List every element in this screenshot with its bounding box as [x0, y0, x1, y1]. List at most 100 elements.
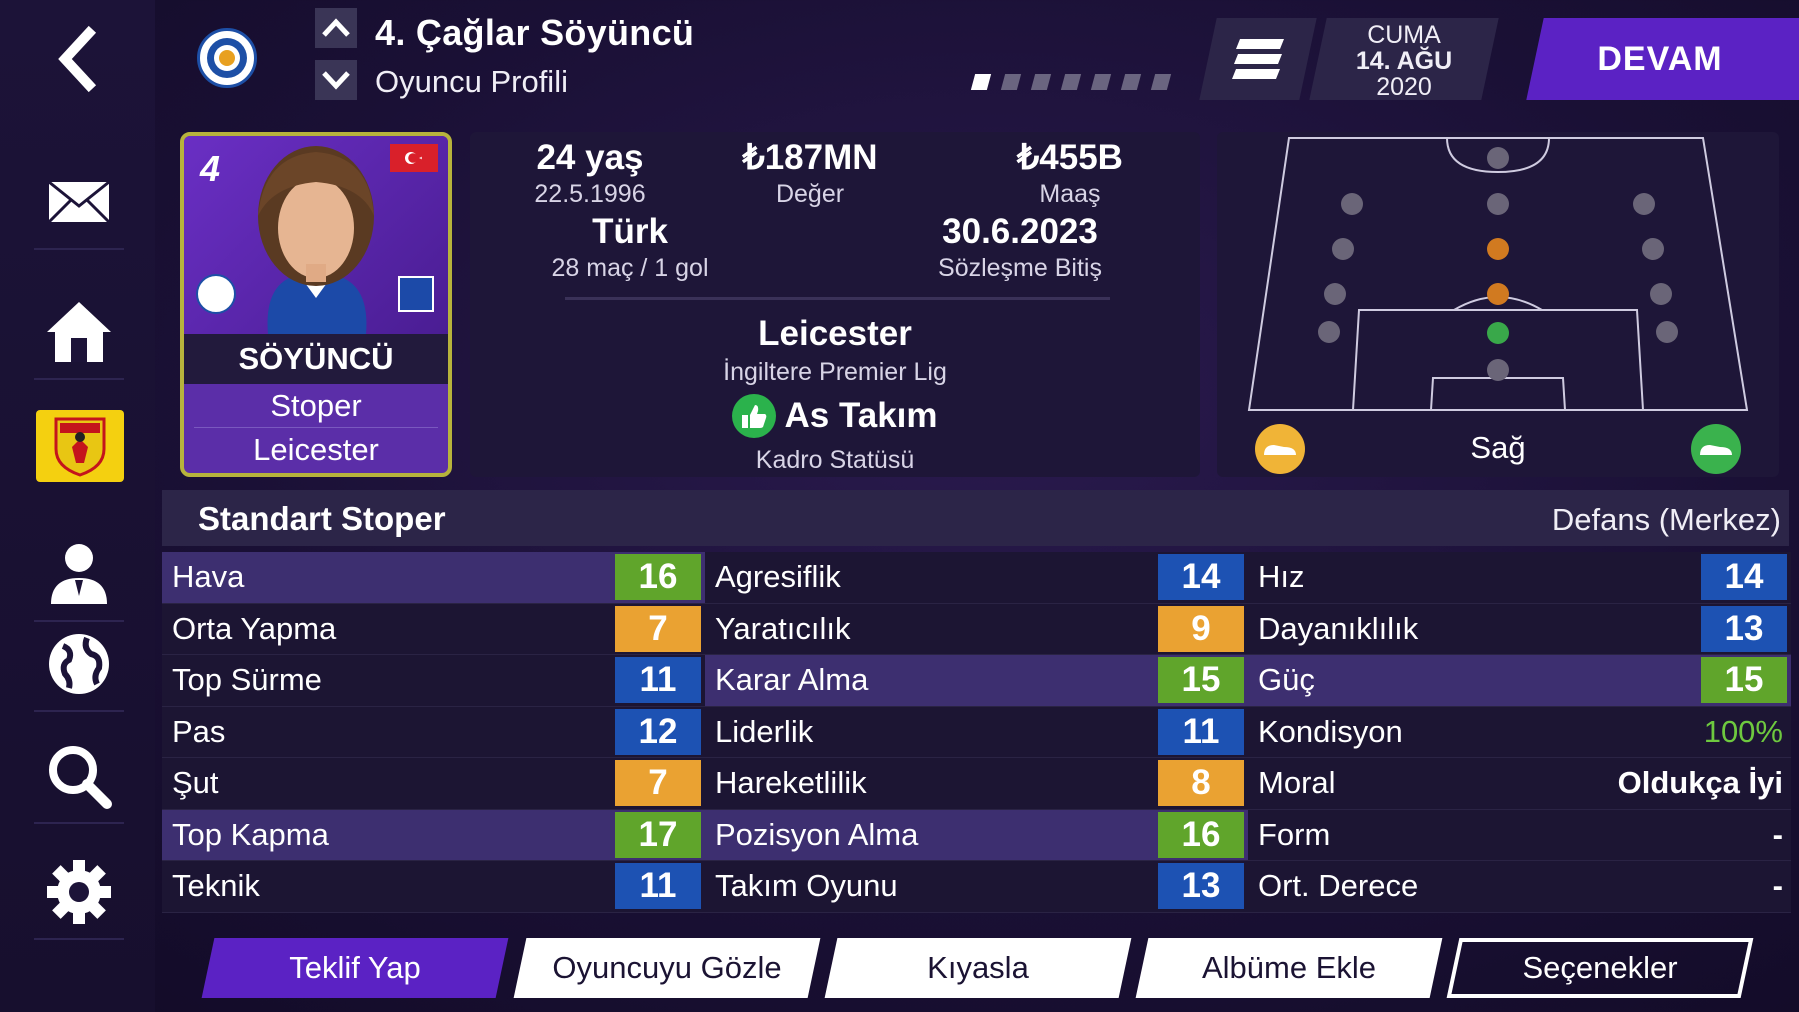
page-dot[interactable] [1120, 74, 1142, 90]
mail-icon [47, 180, 111, 224]
nationality-stat: Türk 28 maç / 1 gol [530, 212, 730, 283]
back-button[interactable] [34, 12, 124, 106]
scout-player-button[interactable]: Oyuncuyu Gözle [513, 938, 821, 998]
attribute-label: Hava [172, 559, 245, 595]
club-name[interactable]: Leicester [470, 314, 1200, 354]
options-button[interactable]: Seçenekler [1446, 938, 1754, 998]
attribute-text-value: Oldukça İyi [1617, 765, 1783, 801]
attribute-label: Dayanıklılık [1258, 610, 1419, 646]
attribute-row[interactable]: Top Sürme 11 [162, 655, 705, 707]
position-role[interactable]: Defans (Merkez) [1552, 502, 1781, 538]
attribute-label: Yaratıcılık [715, 610, 851, 646]
position-markers [1318, 147, 1678, 381]
attribute-label: Moral [1258, 765, 1336, 801]
attribute-label: Top Kapma [172, 816, 329, 852]
player-photo: 4 [184, 136, 448, 334]
settings-button[interactable] [34, 846, 124, 940]
page-dot[interactable] [1150, 74, 1172, 90]
info-panel: 24 yaş 22.5.1996 ₺187MN Değer ₺455B Maaş… [470, 132, 1200, 477]
wage-stat: ₺455B Maaş [970, 138, 1170, 209]
action-bar: Teklif Yap Oyuncuyu Gözle Kıyasla Albüme… [200, 938, 1760, 998]
pitch-panel: Sağ [1217, 132, 1779, 477]
attribute-row[interactable]: Pozisyon Alma 16 [705, 809, 1248, 861]
contract-label: Sözleşme Bitiş [938, 254, 1102, 282]
page-indicator[interactable] [970, 74, 1172, 90]
age-stat: 24 yaş 22.5.1996 [490, 138, 690, 209]
back-icon [58, 25, 97, 93]
search-button[interactable] [34, 730, 124, 824]
compare-button[interactable]: Kıyasla [824, 938, 1132, 998]
previous-player-button[interactable] [315, 8, 357, 48]
attribute-row[interactable]: Takım Oyunu 13 [705, 861, 1248, 913]
attribute-value: 7 [615, 760, 701, 807]
pitch-diagram [1247, 137, 1749, 411]
add-to-album-button[interactable]: Albüme Ekle [1135, 938, 1443, 998]
attribute-row[interactable]: Şut 7 [162, 758, 705, 810]
attribute-value: 9 [1158, 605, 1244, 652]
attribute-label: Ort. Derece [1258, 868, 1419, 904]
home-button[interactable] [34, 286, 124, 380]
attribute-row[interactable]: Liderlik 11 [705, 706, 1248, 758]
age-value: 24 yaş [536, 138, 644, 177]
attribute-label: Karar Alma [715, 662, 869, 698]
world-button[interactable] [34, 618, 124, 712]
attribute-row[interactable]: Dayanıklılık 13 [1248, 603, 1791, 655]
people-button[interactable] [34, 528, 124, 622]
value-stat: ₺187MN Değer [720, 138, 900, 209]
page-dot[interactable] [970, 74, 992, 90]
attribute-row[interactable]: Yaratıcılık 9 [705, 603, 1248, 655]
role-title[interactable]: Standart Stoper [198, 500, 446, 538]
attribute-value: 11 [615, 863, 701, 910]
attribute-label: Pas [172, 713, 226, 749]
right-foot-icon [1691, 424, 1741, 474]
thumbs-up-icon [732, 394, 777, 438]
attributes-column-mental: Agresiflik 14 Yaratıcılık 9 Karar Alma 15 Lide… [705, 552, 1248, 913]
attribute-row[interactable]: Pas 12 [162, 706, 705, 758]
attribute-row[interactable]: Hız 14 [1248, 552, 1791, 604]
person-icon [51, 544, 107, 604]
attribute-value: 14 [1701, 554, 1787, 601]
attribute-row[interactable]: Top Kapma 17 [162, 809, 705, 861]
attribute-row[interactable]: Güç 15 [1248, 655, 1791, 707]
attribute-row[interactable]: Ort. Derece - [1248, 861, 1791, 913]
attribute-row[interactable]: Form - [1248, 809, 1791, 861]
attribute-row[interactable]: Agresiflik 14 [705, 552, 1248, 604]
attribute-value: 11 [615, 657, 701, 704]
page-dot[interactable] [1060, 74, 1082, 90]
league-name[interactable]: İngiltere Premier Lig [470, 358, 1200, 387]
menu-button[interactable] [1199, 18, 1317, 100]
attribute-value: 7 [615, 605, 701, 652]
attribute-value: 12 [615, 708, 701, 755]
attribute-label: Top Sürme [172, 662, 322, 698]
page-subtitle: Oyuncu Profili [375, 64, 568, 99]
continue-button[interactable]: DEVAM [1526, 18, 1799, 100]
attribute-value: 13 [1158, 863, 1244, 910]
globe-icon [49, 634, 109, 694]
next-player-button[interactable] [315, 60, 357, 100]
page-dot[interactable] [1090, 74, 1112, 90]
attribute-row[interactable]: Hareketlilik 8 [705, 758, 1248, 810]
attribute-row[interactable]: Teknik 11 [162, 861, 705, 913]
page-dot[interactable] [1000, 74, 1022, 90]
chevron-down-icon [322, 71, 350, 90]
attribute-row[interactable]: Karar Alma 15 [705, 655, 1248, 707]
attribute-value: 16 [1158, 811, 1244, 858]
attribute-row[interactable]: Moral Oldukça İyi [1248, 758, 1791, 810]
attribute-label: Agresiflik [715, 559, 841, 595]
attributes-column-technical: Hava 16 Orta Yapma 7 Top Sürme 11 Pas 12 Şut 7 Top… [162, 552, 705, 913]
make-offer-button[interactable]: Teklif Yap [201, 938, 509, 998]
page-dot[interactable] [1030, 74, 1052, 90]
attribute-row[interactable]: Kondisyon 100% [1248, 706, 1791, 758]
attribute-label: Güç [1258, 662, 1315, 698]
attribute-row[interactable]: Hava 16 [162, 552, 705, 604]
chevron-up-icon [322, 18, 350, 37]
attribute-value: 15 [1701, 657, 1787, 704]
mail-button[interactable] [34, 156, 124, 250]
player-club: Leicester [253, 432, 379, 467]
club-badge-button[interactable] [36, 410, 124, 482]
birth-date: 22.5.1996 [534, 180, 646, 208]
attribute-row[interactable]: Orta Yapma 7 [162, 603, 705, 655]
market-value: ₺187MN [742, 138, 878, 177]
player-card: 4 SÖYÜNCÜ Stoper Leicester [180, 132, 452, 477]
player-position: Stoper [194, 384, 438, 428]
